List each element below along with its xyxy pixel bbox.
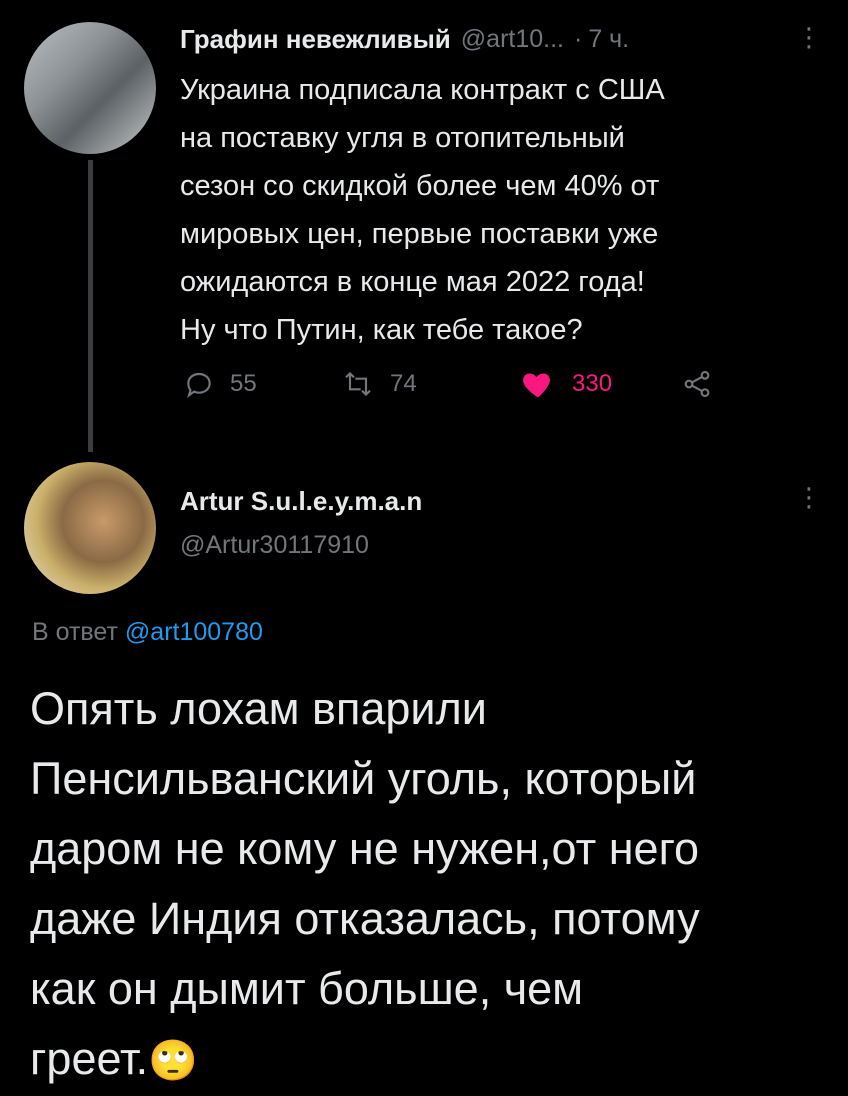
retweet-icon <box>340 368 376 400</box>
reply-label: В ответ <box>32 618 118 646</box>
tweet-text-body: Опять лохам впарили Пенсильванский уголь… <box>30 683 700 1084</box>
reply-button[interactable]: 55 <box>182 368 257 400</box>
tweet-text: Опять лохам впарили Пенсильванский уголь… <box>30 674 830 1096</box>
share-icon <box>680 368 714 400</box>
tweet-header: Artur S.u.l.e.y.m.a.n @Artur30117910 <box>180 486 422 560</box>
handle[interactable]: @Artur30117910 <box>180 531 422 560</box>
reply-context: В ответ @art100780 <box>32 618 263 647</box>
like-count: 330 <box>572 370 613 397</box>
reply-handle-link[interactable]: @art100780 <box>125 618 263 646</box>
eyes-rolling-emoji: 🙄 <box>148 1039 198 1083</box>
retweet-count: 74 <box>390 370 417 397</box>
heart-filled-icon <box>518 366 558 402</box>
handle[interactable]: @art10... <box>461 25 564 54</box>
more-options-icon[interactable]: ⋮ <box>796 22 822 53</box>
thread-line <box>88 160 93 452</box>
separator: · <box>573 25 583 53</box>
like-button[interactable]: 330 <box>518 366 612 402</box>
avatar[interactable] <box>24 462 156 594</box>
reply-icon <box>182 368 216 400</box>
retweet-button[interactable]: 74 <box>340 368 417 400</box>
avatar[interactable] <box>24 22 156 154</box>
share-button[interactable] <box>680 368 714 400</box>
reply-count: 55 <box>230 370 257 397</box>
display-name[interactable]: Artur S.u.l.e.y.m.a.n <box>180 486 422 517</box>
display-name[interactable]: Графин невежливый <box>180 24 451 55</box>
timestamp[interactable]: 7 ч. <box>588 25 629 54</box>
tweet-text: Украина подписала контракт с США на пост… <box>180 74 665 346</box>
more-options-icon[interactable]: ⋮ <box>796 482 822 513</box>
tweet-header: Графин невежливый @art10... · 7 ч. <box>180 24 820 55</box>
